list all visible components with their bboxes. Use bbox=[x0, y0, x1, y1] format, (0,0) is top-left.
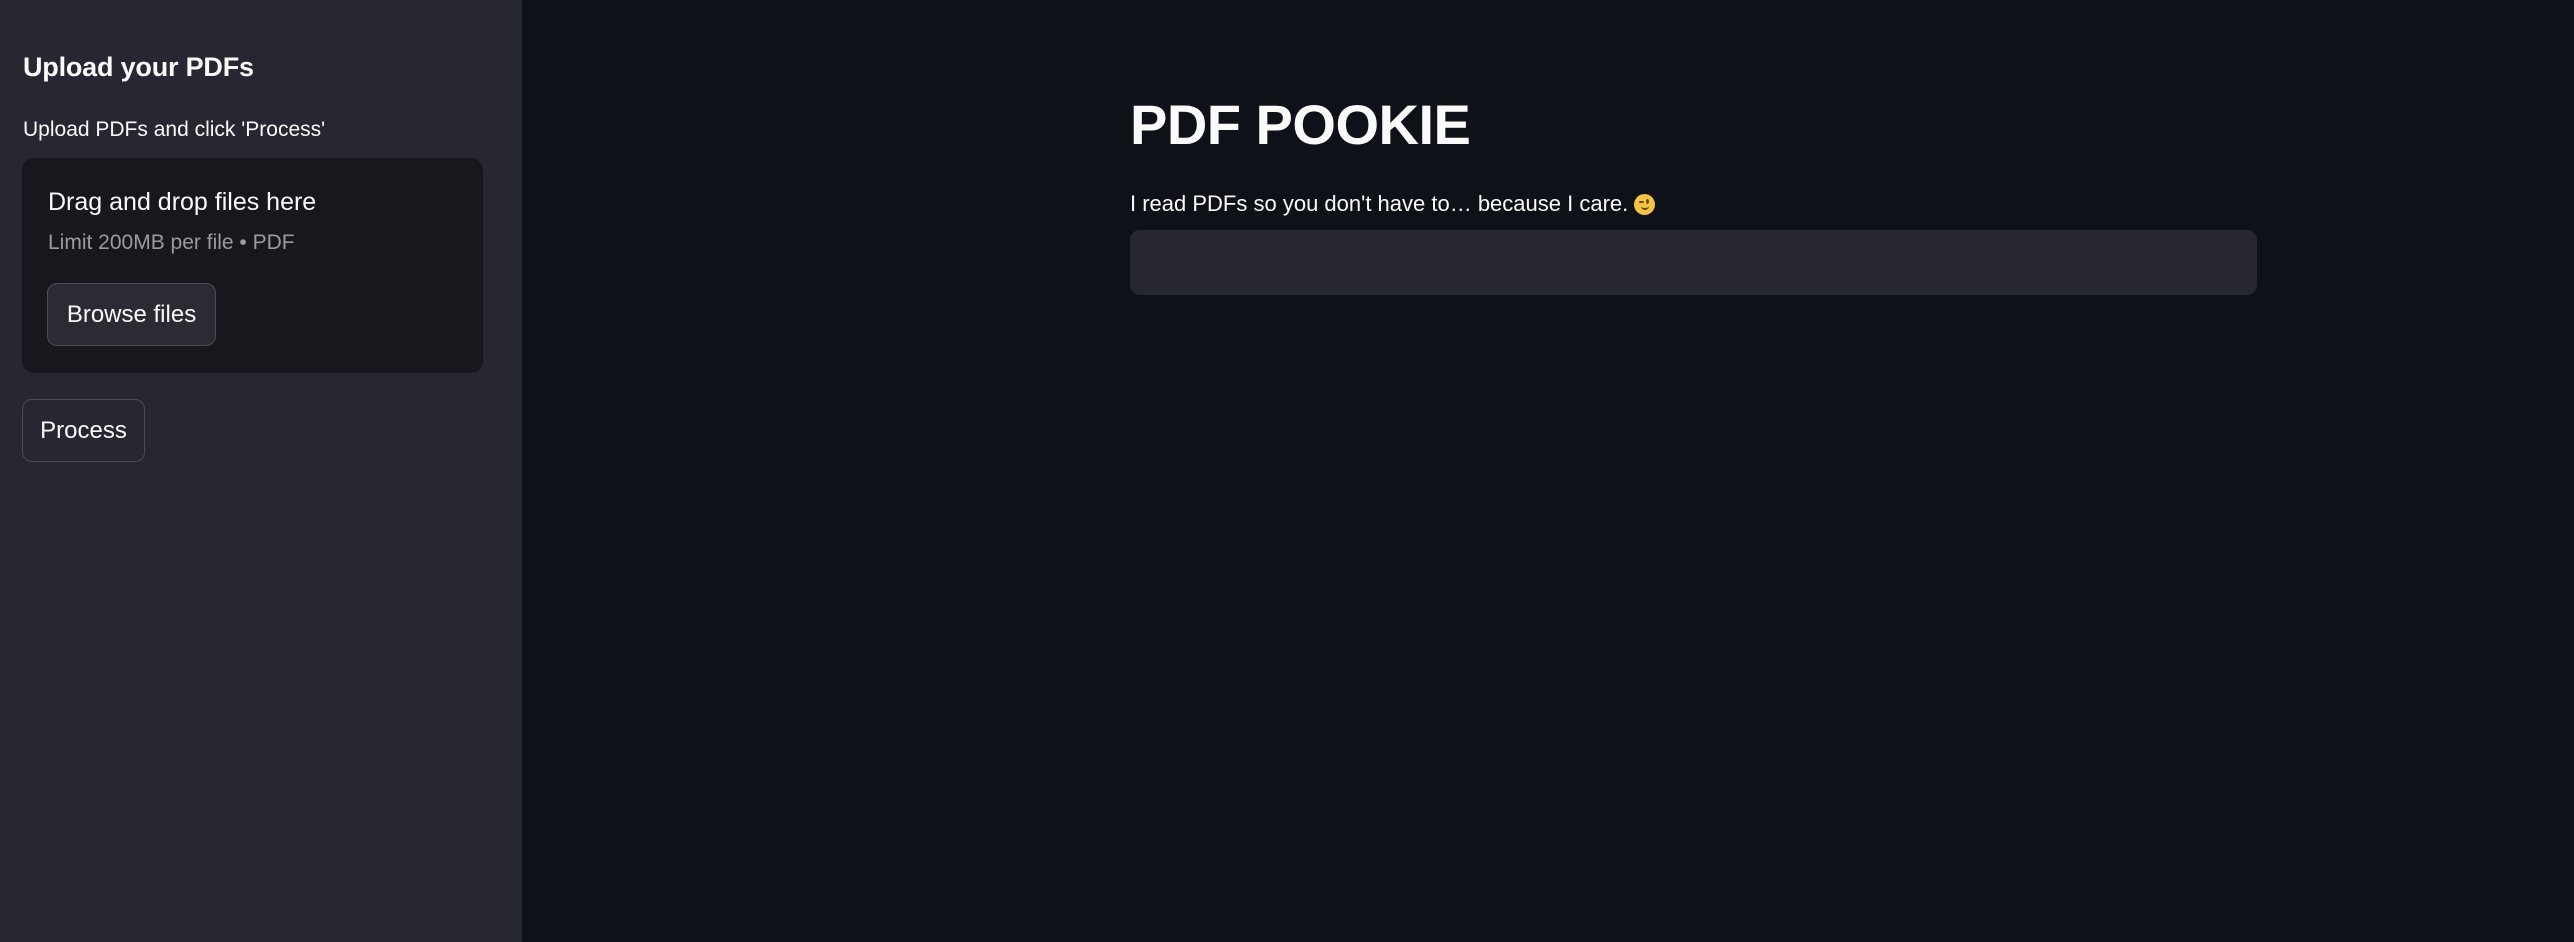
question-input[interactable] bbox=[1130, 230, 2257, 295]
page-title: PDF POOKIE bbox=[1130, 93, 1471, 156]
file-uploader-label: Upload PDFs and click 'Process' bbox=[23, 118, 326, 141]
sidebar-title: Upload your PDFs bbox=[23, 52, 254, 82]
subtitle-text: I read PDFs so you don't have to… becaus… bbox=[1130, 191, 1629, 216]
dropzone-instructions: Drag and drop files here bbox=[48, 188, 317, 216]
page-subtitle: I read PDFs so you don't have to… becaus… bbox=[1130, 191, 1656, 217]
main-content: PDF POOKIE I read PDFs so you don't have… bbox=[522, 0, 2574, 942]
dropzone-limit-text: Limit 200MB per file • PDF bbox=[48, 231, 295, 254]
process-button[interactable]: Process bbox=[22, 399, 145, 462]
browse-files-button[interactable]: Browse files bbox=[47, 283, 216, 346]
sidebar: Upload your PDFs Upload PDFs and click '… bbox=[0, 0, 522, 942]
winking-face-icon bbox=[1634, 193, 1656, 215]
file-dropzone[interactable]: Drag and drop files here Limit 200MB per… bbox=[22, 158, 483, 373]
app-root: Upload your PDFs Upload PDFs and click '… bbox=[0, 0, 2574, 942]
